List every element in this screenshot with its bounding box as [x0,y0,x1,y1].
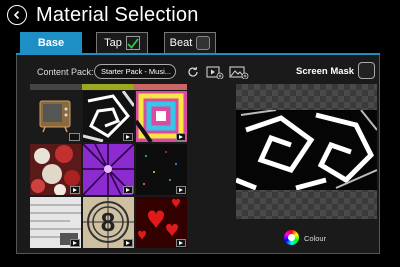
play-icon [176,133,186,141]
preview-image [236,110,377,190]
page-title: Material Selection [36,4,199,26]
tab-tap[interactable]: Tap [96,32,148,53]
checkmark-icon [127,37,139,49]
tile-purple-rays[interactable] [83,144,134,195]
tab-beat[interactable]: Beat [164,32,216,53]
play-icon [123,239,133,247]
content-pack-select[interactable]: Starter Pack - Musi... [94,64,176,79]
refresh-icon [188,66,198,77]
tile-white-noise[interactable] [30,197,81,248]
tab-base-label: Base [37,37,65,49]
play-icon [123,186,133,194]
tile-tv[interactable] [30,91,81,142]
tile-color-swirl[interactable] [136,91,187,142]
tab-beat-label: Beat [169,37,193,49]
content-pack-label: Content Pack: [37,67,94,77]
header: Material Selection [0,0,400,30]
image-badge-icon [69,133,80,141]
tile-swirl[interactable] [83,91,134,142]
screen-mask-toggle[interactable] [358,62,375,79]
tile-hearts[interactable] [136,197,187,248]
beat-checkbox[interactable] [196,36,211,50]
play-icon [70,239,80,247]
tab-underline [16,53,380,55]
svg-text:8: 8 [101,207,115,237]
screen-mask-label: Screen Mask [296,66,355,77]
play-icon [70,186,80,194]
back-button[interactable] [7,5,27,25]
add-video-icon [206,66,224,79]
preview-swirl-pattern [236,110,377,190]
material-grid: 8 [30,84,187,248]
add-video-button[interactable] [206,64,224,79]
add-image-button[interactable] [229,64,249,79]
play-icon [176,239,186,247]
tab-tap-label: Tap [104,37,122,49]
grid-top-strip [30,84,187,90]
tile-film-countdown[interactable]: 8 [83,197,134,248]
tile-dark-speckle[interactable] [136,144,187,195]
play-icon [123,133,133,141]
colour-label: Colour [304,234,327,243]
play-icon [176,186,186,194]
chevron-left-icon [13,10,20,20]
tab-base[interactable]: Base [20,32,82,53]
tile-roses[interactable] [30,144,81,195]
tap-checkbox[interactable] [125,36,140,50]
add-image-icon [229,66,249,79]
colour-wheel-icon[interactable] [284,230,299,245]
refresh-button[interactable] [186,64,200,79]
